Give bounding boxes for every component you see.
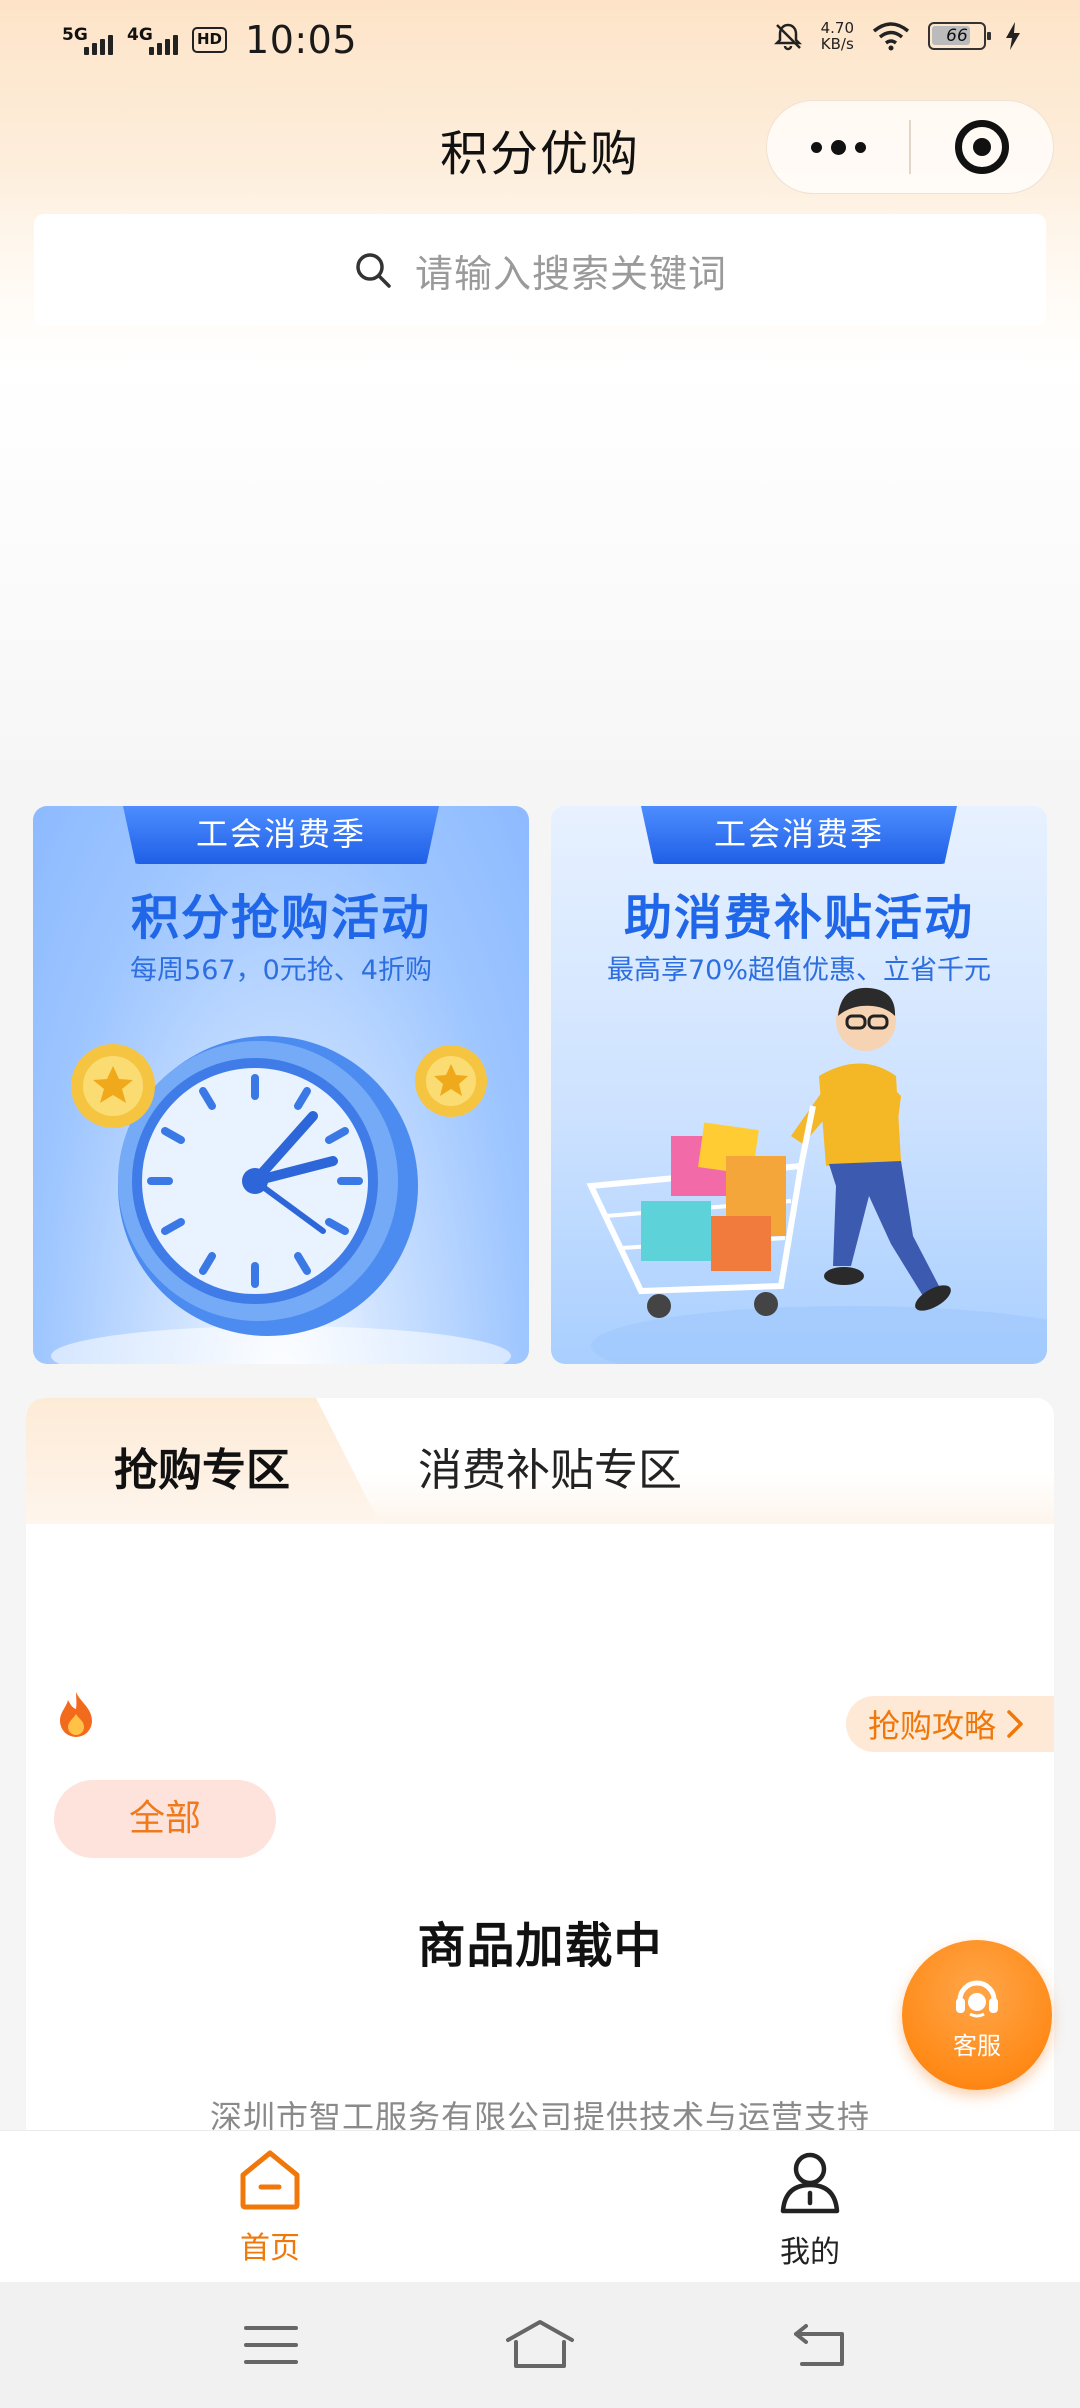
hd-icon: HD [192,27,228,53]
network-speed: 4.70 KB/s [820,19,854,53]
search-placeholder: 请输入搜索关键词 [414,251,727,296]
nav-home-label: 首页 [240,2231,300,2266]
flash-sale-guide-link[interactable]: 抢购攻略 [846,1696,1054,1752]
banner-points-flash-sale[interactable]: 工会消费季 积分抢购活动 每周567，0元抢、4折购 [33,806,529,1364]
system-navigation-bar [0,2282,1080,2408]
wifi-icon [872,22,910,51]
zone-tabs: 抢购专区 消费补贴专区 [26,1398,1054,1524]
tab-flash-sale-zone[interactable]: 抢购专区 [114,1434,290,1498]
close-mini-program-button[interactable] [911,120,1053,174]
home-icon [240,2150,300,2210]
banner-subtitle: 最高享70%超值优惠、立省千元 [606,955,991,986]
loading-status: 商品加载中 [417,1918,663,1974]
search-bar[interactable]: 请输入搜索关键词 [34,214,1046,326]
customer-service-button[interactable]: 客服 [902,1940,1052,2090]
nav-mine[interactable]: 我的 [710,2149,910,2271]
battery-icon: 66 [928,22,991,50]
mini-program-capsule [766,100,1054,194]
back-icon[interactable] [792,2322,848,2368]
filter-all-chip[interactable]: 全部 [54,1780,276,1858]
fire-icon [60,1692,92,1737]
nav-home[interactable]: 首页 [170,2149,370,2267]
search-icon [356,253,391,288]
banner-title: 积分抢购活动 [130,890,431,946]
bell-muted-icon [773,23,802,51]
status-bar: 5G 4G HD 10:05 4.70 KB/s 66 [0,0,1080,82]
menu-icon[interactable] [244,2324,298,2366]
nav-mine-label: 我的 [780,2235,840,2270]
chevron-right-icon [1007,1710,1023,1738]
tab-subsidy-zone[interactable]: 消费补贴专区 [418,1434,682,1498]
charging-icon [1006,22,1020,50]
service-label: 客服 [953,2032,1001,2060]
headset-icon [956,1980,998,2018]
banner-tag: 工会消费季 [641,806,957,864]
shopping-cart-illustration [586,987,1047,1364]
banner-subtitle: 每周567，0元抢、4折购 [130,955,432,986]
home-system-icon[interactable] [504,2318,576,2370]
target-icon [955,120,1009,174]
clock: 10:05 [245,18,358,62]
bottom-navigation: 首页 我的 [0,2130,1080,2282]
guide-label: 抢购攻略 [868,1707,997,1745]
user-icon [780,2152,840,2214]
banner-tag: 工会消费季 [123,806,439,864]
banner-title: 助消费补贴活动 [623,890,974,946]
banner-consumption-subsidy[interactable]: 工会消费季 助消费补贴活动 最高享70%超值优惠、立省千元 [551,806,1047,1364]
signal-5g-icon: 5G [62,25,113,55]
clock-illustration [51,1036,511,1364]
product-section: 抢购专区 消费补贴专区 抢购攻略 全部 商品加载中 深圳市智工服务有限公司提供技… [26,1398,1054,2138]
signal-4g-icon: 4G [127,25,178,55]
more-menu-button[interactable] [767,139,909,155]
